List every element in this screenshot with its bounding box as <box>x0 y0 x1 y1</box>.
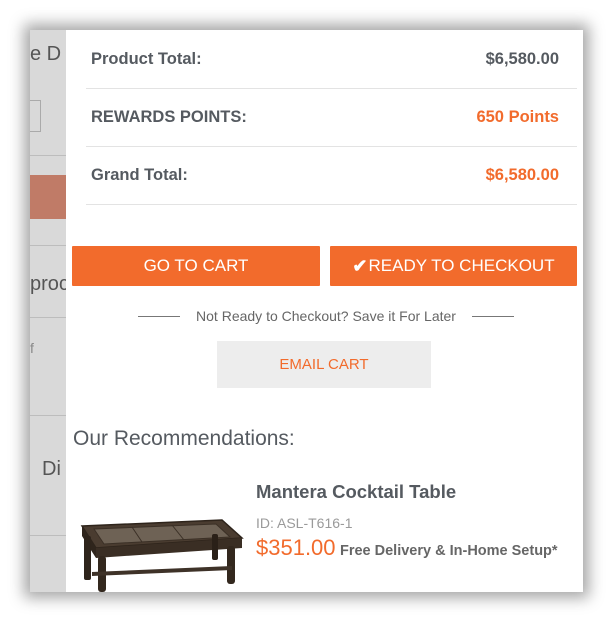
background-divider <box>30 415 66 416</box>
cart-panel: Product Total: $6,580.00 REWARDS POINTS:… <box>66 30 583 592</box>
email-cart-button[interactable]: EMAIL CART <box>217 341 431 388</box>
background-button-fragment <box>30 175 66 219</box>
product-total-value: $6,580.00 <box>485 49 559 68</box>
screenshot-frame: e D proc f Di Product Total: $6,580.00 R… <box>30 30 583 592</box>
divider-left <box>138 315 181 317</box>
background-divider <box>30 155 66 156</box>
background-text-fragment: Di <box>42 458 61 480</box>
divider-right <box>471 315 514 317</box>
grand-total-row: Grand Total: $6,580.00 <box>86 146 577 205</box>
background-divider <box>30 317 66 318</box>
save-for-later-prompt: Not Ready to Checkout? Save it For Later <box>116 308 536 324</box>
product-total-row: Product Total: $6,580.00 <box>86 30 577 89</box>
email-cart-label: EMAIL CART <box>279 356 369 373</box>
recommendations-heading: Our Recommendations: <box>73 427 295 450</box>
background-text-fragment: f <box>30 340 34 356</box>
rewards-points-row: REWARDS POINTS: 650 Points <box>86 88 577 147</box>
product-image[interactable] <box>72 510 244 592</box>
grand-total-label: Grand Total: <box>91 165 188 184</box>
go-to-cart-button[interactable]: GO TO CART <box>72 246 320 286</box>
product-price-line: $351.00 Free Delivery & In-Home Setup* <box>256 536 576 563</box>
background-divider <box>30 535 66 536</box>
product-name[interactable]: Mantera Cocktail Table <box>256 481 456 503</box>
product-id: ID: ASL-T616-1 <box>256 515 353 531</box>
ready-to-checkout-label: READY TO CHECKOUT <box>368 256 555 275</box>
background-text-fragment: proc <box>30 273 69 295</box>
grand-total-value: $6,580.00 <box>485 165 559 184</box>
product-total-label: Product Total: <box>91 49 202 68</box>
check-icon: ✔ <box>352 255 368 276</box>
ready-to-checkout-button[interactable]: ✔ READY TO CHECKOUT <box>330 246 577 286</box>
rewards-points-value: 650 Points <box>476 107 559 126</box>
product-price: $351.00 <box>256 535 336 560</box>
product-delivery-note: Free Delivery & In-Home Setup* <box>339 543 558 559</box>
background-input-fragment <box>30 100 41 132</box>
go-to-cart-label: GO TO CART <box>143 256 249 275</box>
background-divider <box>30 245 66 246</box>
save-for-later-text: Not Ready to Checkout? Save it For Later <box>196 308 456 324</box>
background-text-fragment: e D <box>30 43 62 65</box>
rewards-points-label: REWARDS POINTS: <box>91 107 247 126</box>
